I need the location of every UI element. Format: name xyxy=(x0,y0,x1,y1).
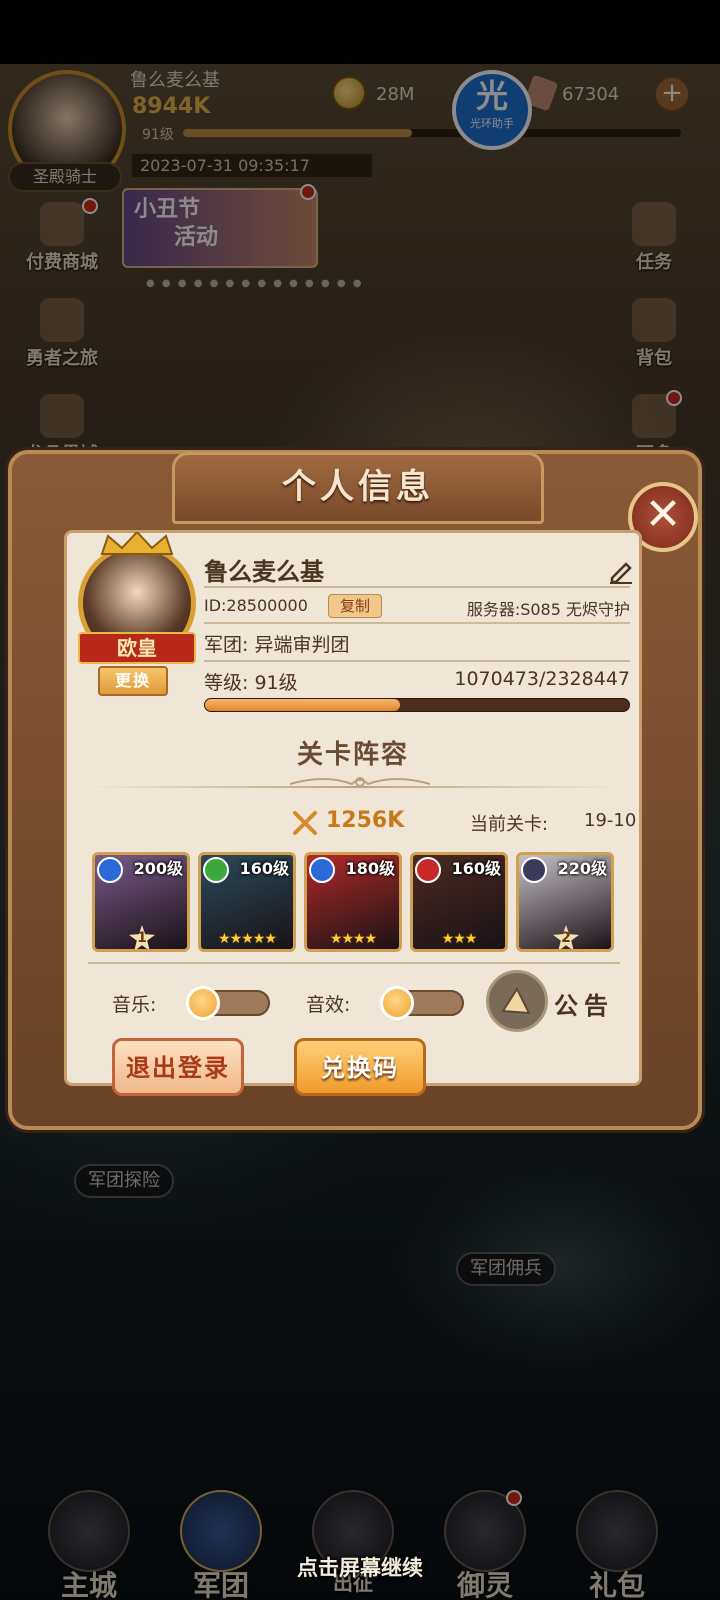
megaphone-icon xyxy=(501,986,531,1015)
profile-server: 服务器:S085 无烬守护 xyxy=(466,600,630,619)
hero-card[interactable]: 220级 2 xyxy=(516,852,614,952)
divider xyxy=(88,962,620,964)
edit-name-icon[interactable] xyxy=(608,558,634,584)
profile-guild: 军团: 异端审判团 xyxy=(204,634,350,656)
divider xyxy=(204,622,630,624)
toggle-knob xyxy=(186,986,220,1020)
crossed-swords-icon xyxy=(293,811,317,835)
hero-card[interactable]: 160级 ★★★★★ xyxy=(198,852,296,952)
redeem-code-button[interactable]: 兑换码 xyxy=(294,1038,426,1096)
hero-stars: ★★★ xyxy=(441,931,478,947)
team-power: 1256K xyxy=(326,808,405,833)
hero-card[interactable]: 160级 ★★★ xyxy=(410,852,508,952)
rank-badge: 欧皇 xyxy=(78,632,196,664)
element-icon xyxy=(415,857,441,883)
toggle-knob xyxy=(380,986,414,1020)
hero-level: 160级 xyxy=(239,859,289,878)
profile-id: ID:28500000 xyxy=(204,596,308,615)
hero-level: 160级 xyxy=(451,859,501,878)
tap-to-continue-hint: 点击屏幕继续 xyxy=(297,1556,423,1580)
ornament-icon xyxy=(290,777,430,787)
announcement-button[interactable] xyxy=(486,970,548,1032)
hero-level: 220级 xyxy=(557,859,607,878)
divider xyxy=(204,660,630,662)
crown-icon xyxy=(100,532,174,555)
element-icon xyxy=(203,857,229,883)
announcement-label: 公告 xyxy=(554,992,614,1020)
hero-card[interactable]: 180级 ★★★★ xyxy=(304,852,402,952)
profile-name: 鲁么麦么基 xyxy=(204,558,324,586)
profile-level: 等级: 91级 xyxy=(204,672,298,694)
hero-rank-badge: 1 xyxy=(129,925,155,949)
profile-exp-bar-fill xyxy=(205,699,401,711)
sfx-label: 音效: xyxy=(306,994,351,1016)
hero-rank-badge: 2 xyxy=(553,925,579,949)
hero-card[interactable]: 200级 1 xyxy=(92,852,190,952)
copy-id-button[interactable]: 复制 xyxy=(328,594,382,618)
hero-stars: ★★★★ xyxy=(329,931,377,947)
game-screen[interactable]: 圣殿骑士 鲁么麦么基 8944K 91级 2023-07-31 09:35:17… xyxy=(0,0,720,1600)
profile-exp-bar xyxy=(204,698,630,712)
element-icon xyxy=(521,857,547,883)
hero-stars: ★★★★★ xyxy=(218,931,277,947)
music-label: 音乐: xyxy=(112,994,157,1016)
profile-exp: 1070473/2328447 xyxy=(454,668,630,690)
divider xyxy=(204,586,630,588)
logout-button[interactable]: 退出登录 xyxy=(112,1038,244,1096)
element-icon xyxy=(309,857,335,883)
lineup-section-title: 关卡阵容 xyxy=(296,740,409,770)
change-avatar-button[interactable]: 更换 xyxy=(98,666,168,696)
hero-level: 180级 xyxy=(345,859,395,878)
music-toggle[interactable] xyxy=(186,986,270,1020)
modal-title: 个人信息 xyxy=(172,452,544,524)
element-icon xyxy=(97,857,123,883)
current-stage-value: 19-10 xyxy=(584,810,637,831)
hero-level: 200级 xyxy=(133,859,183,878)
current-stage-label: 当前关卡: xyxy=(470,814,549,835)
sfx-toggle[interactable] xyxy=(380,986,464,1020)
